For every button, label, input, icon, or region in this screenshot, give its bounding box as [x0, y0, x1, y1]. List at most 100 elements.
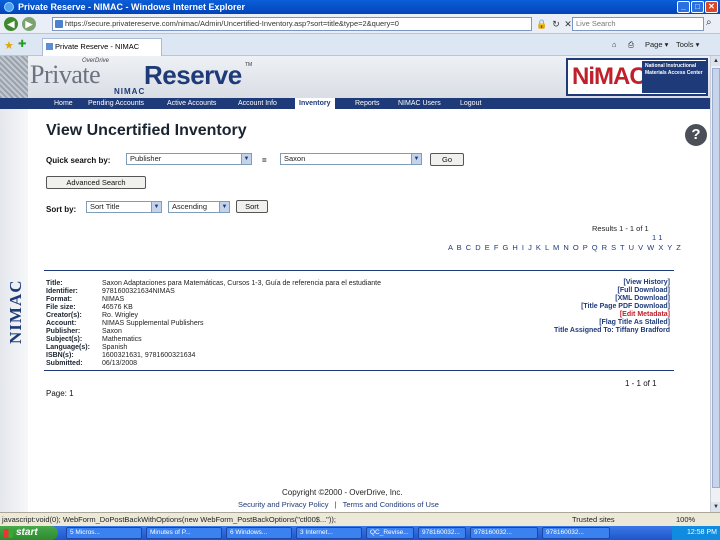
record-field-label: File size:	[46, 304, 76, 311]
xml-download-link[interactable]: [XML Download]	[615, 295, 670, 302]
taskbar-item[interactable]: 978160032...	[542, 527, 610, 539]
search-icon[interactable]: ⌕	[706, 17, 712, 28]
chevron-down-icon: ▼	[241, 154, 251, 164]
record-field-label: Publisher:	[46, 328, 81, 335]
favorites-star-icon[interactable]: ★	[4, 39, 14, 52]
url-input[interactable]: https://secure.privatereserve.com/nimac/…	[52, 17, 532, 31]
record-field-label: Subject(s):	[46, 336, 83, 343]
start-button[interactable]: start	[0, 526, 58, 540]
record-field-label: Identifier:	[46, 288, 78, 295]
taskbar-item[interactable]: 978160032...	[418, 527, 466, 539]
page-indicator: Page: 1	[46, 389, 74, 398]
record-field-label: Submitted:	[46, 360, 83, 367]
footer-copyright: Copyright ©2000 - OverDrive, Inc.	[282, 488, 403, 497]
record-field-label: Creator(s):	[46, 312, 82, 319]
privacy-policy-link[interactable]: Security and Privacy Policy	[238, 500, 328, 509]
chevron-down-icon: ▼	[411, 154, 421, 164]
site-header: OverDrive Private Reserve TM NIMAC NiMAC…	[0, 56, 710, 98]
status-bar: javascript:void(0); WebForm_DoPostBackWi…	[0, 512, 720, 526]
sidebar-nimac-text: NIMAC	[6, 279, 25, 345]
close-button[interactable]: ✕	[705, 1, 718, 13]
page-title: View Uncertified Inventory	[46, 122, 247, 139]
edit-metadata-link[interactable]: [Edit Metadata]	[620, 311, 670, 318]
taskbar-item[interactable]: 3 Internet...	[296, 527, 362, 539]
record-field-label: Language(s):	[46, 344, 90, 351]
quick-search-label: Quick search by:	[46, 156, 111, 165]
address-bar: ◀ ▶ https://secure.privatereserve.com/ni…	[0, 14, 720, 34]
window-title: Private Reserve - NIMAC - Windows Intern…	[18, 2, 245, 12]
record-field-value: NIMAS	[102, 296, 125, 303]
nav-home[interactable]: Home	[54, 98, 73, 109]
taskbar-item[interactable]: 978160032...	[470, 527, 538, 539]
page-links[interactable]: 1 1	[652, 233, 662, 242]
nav-account-info[interactable]: Account Info	[238, 98, 277, 109]
scroll-up-icon[interactable]: ▲	[711, 56, 720, 66]
zoom-level[interactable]: 100%	[676, 513, 695, 526]
record-field-value: NIMAS Supplemental Publishers	[102, 320, 204, 327]
flag-stalled-link[interactable]: [Flag Title As Stalled]	[599, 319, 670, 326]
nav-reports[interactable]: Reports	[355, 98, 380, 109]
home-icon[interactable]: ⌂	[612, 40, 617, 49]
record-field-value: Saxon	[102, 328, 122, 335]
main-nav: Home Pending Accounts Active Accounts Ac…	[0, 98, 710, 109]
lock-icon[interactable]: 🔒	[536, 18, 548, 30]
terms-link[interactable]: Terms and Conditions of Use	[343, 500, 439, 509]
ie-icon	[4, 2, 14, 12]
nav-pending-accounts[interactable]: Pending Accounts	[88, 98, 144, 109]
print-icon[interactable]: ⎙	[628, 40, 634, 50]
window-titlebar: Private Reserve - NIMAC - Windows Intern…	[0, 0, 720, 14]
start-label: start	[16, 527, 38, 538]
results-top-divider	[44, 270, 674, 271]
taskbar-item[interactable]: Minutes of P...	[146, 527, 222, 539]
results-count: Results 1 - 1 of 1	[592, 224, 649, 233]
advanced-search-button[interactable]: Advanced Search	[46, 176, 146, 189]
scroll-thumb[interactable]	[712, 68, 720, 488]
sort-order-select[interactable]: Ascending ▼	[168, 201, 230, 213]
status-text: javascript:void(0); WebForm_DoPostBackWi…	[2, 515, 336, 524]
taskbar-item[interactable]: QC_Revise...	[366, 527, 414, 539]
quick-search-value: Saxon	[284, 154, 306, 163]
forward-button[interactable]: ▶	[22, 17, 36, 31]
record-field-label: Account:	[46, 320, 77, 327]
bottom-results-count: 1 - 1 of 1	[625, 379, 657, 388]
record-field-value: 06/13/2008	[102, 360, 138, 367]
title-page-pdf-link[interactable]: [Title Page PDF Download]	[581, 303, 670, 310]
view-history-link[interactable]: [View History]	[623, 279, 670, 286]
search-input[interactable]: Live Search	[572, 17, 704, 31]
nav-logout[interactable]: Logout	[460, 98, 481, 109]
sort-button[interactable]: Sort	[236, 200, 268, 213]
header-decoration	[0, 56, 28, 98]
minimize-button[interactable]: _	[677, 1, 690, 13]
help-icon[interactable]: ?	[685, 124, 707, 146]
tools-menu[interactable]: Tools ▾	[676, 40, 699, 49]
record-field-label: ISBN(s):	[46, 352, 74, 359]
nav-inventory[interactable]: Inventory	[295, 98, 335, 109]
taskbar-item[interactable]: 6 Windows...	[226, 527, 292, 539]
vertical-scrollbar[interactable]: ▲ ▼	[710, 56, 720, 512]
add-favorites-icon[interactable]: ✚	[18, 39, 26, 50]
record-field-value: Mathematics	[102, 336, 142, 343]
go-button[interactable]: Go	[430, 153, 464, 166]
tab-page-icon	[46, 43, 53, 50]
left-sidebar: NIMAC	[0, 109, 28, 512]
alphabet-filter[interactable]: A B C D E F G H I J K L M N O P Q R S T …	[448, 243, 682, 252]
page-menu[interactable]: Page ▾	[645, 40, 668, 49]
footer-links: Security and Privacy Policy | Terms and …	[236, 500, 441, 509]
scroll-down-icon[interactable]: ▼	[711, 502, 720, 512]
full-download-link[interactable]: [Full Download]	[618, 287, 671, 294]
back-button[interactable]: ◀	[4, 17, 18, 31]
logo-reserve: Reserve	[144, 60, 242, 90]
sort-field-select[interactable]: Sort Title ▼	[86, 201, 162, 213]
taskbar-item[interactable]: 5 Micros...	[66, 527, 142, 539]
system-tray-clock: 12:58 PM	[672, 526, 720, 540]
quick-search-value-select[interactable]: Saxon ▼	[280, 153, 422, 165]
quick-search-field-select[interactable]: Publisher ▼	[126, 153, 252, 165]
nav-nimac-users[interactable]: NIMAC Users	[398, 98, 441, 109]
url-text: https://secure.privatereserve.com/nimac/…	[65, 19, 399, 28]
logo-subtitle: NIMAC	[114, 87, 146, 96]
refresh-icon[interactable]: ↻	[550, 18, 562, 30]
tab-private-reserve[interactable]: Private Reserve - NIMAC	[42, 38, 162, 56]
tab-label: Private Reserve - NIMAC	[55, 42, 140, 51]
nav-active-accounts[interactable]: Active Accounts	[167, 98, 216, 109]
maximize-button[interactable]: □	[691, 1, 704, 13]
